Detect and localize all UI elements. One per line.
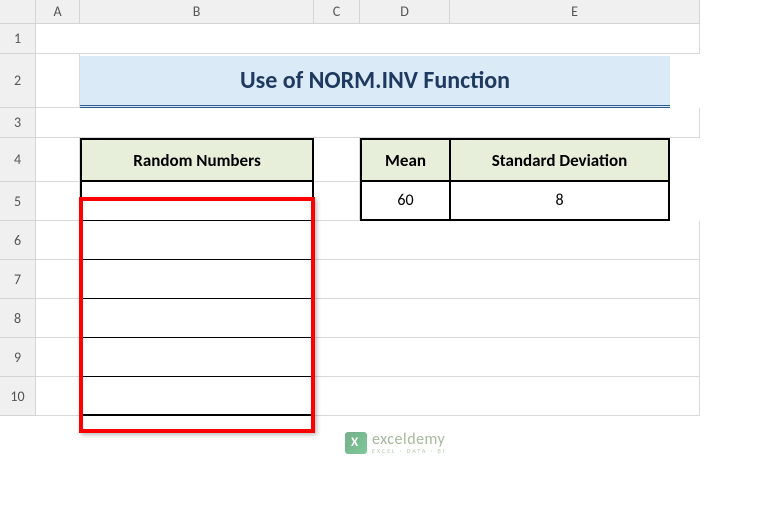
col-header-e[interactable]: E (450, 0, 700, 24)
watermark-sub: EXCEL · DATA · BI (372, 448, 446, 454)
row-header-6[interactable]: 6 (0, 221, 36, 260)
row-header-9[interactable]: 9 (0, 338, 36, 377)
cell[interactable] (314, 138, 360, 182)
title-banner: Use of NORM.INV Function (80, 56, 670, 108)
row-header-4[interactable]: 4 (0, 138, 36, 182)
row-header-3[interactable]: 3 (0, 108, 36, 138)
cell[interactable] (36, 54, 80, 108)
random-cell[interactable] (80, 260, 314, 299)
cell[interactable] (314, 260, 700, 299)
mean-value[interactable]: 60 (360, 182, 450, 221)
cell[interactable] (314, 221, 700, 260)
col-header-b[interactable]: B (80, 0, 314, 24)
cell[interactable] (36, 377, 80, 416)
random-cell[interactable] (80, 299, 314, 338)
cell[interactable] (314, 299, 700, 338)
cell[interactable] (36, 221, 80, 260)
row-header-8[interactable]: 8 (0, 299, 36, 338)
cell[interactable] (314, 182, 360, 221)
col-header-a[interactable]: A (36, 0, 80, 24)
spreadsheet-grid: A B C D E 1 2 Use of NORM.INV Function 3… (0, 0, 767, 416)
random-cell[interactable] (80, 182, 314, 221)
col-header-d[interactable]: D (360, 0, 450, 24)
row-header-10[interactable]: 10 (0, 377, 36, 416)
cell[interactable] (36, 24, 700, 54)
stddev-value[interactable]: 8 (450, 182, 670, 221)
watermark-main: exceldemy (372, 432, 446, 448)
row-header-7[interactable]: 7 (0, 260, 36, 299)
watermark: exceldemy EXCEL · DATA · BI (345, 432, 446, 454)
row-header-2[interactable]: 2 (0, 54, 36, 108)
cell[interactable] (36, 182, 80, 221)
cell[interactable] (36, 338, 80, 377)
random-cell[interactable] (80, 338, 314, 377)
header-stddev[interactable]: Standard Deviation (450, 138, 670, 182)
row-header-5[interactable]: 5 (0, 182, 36, 221)
cell[interactable] (36, 299, 80, 338)
cell[interactable] (36, 138, 80, 182)
random-cell[interactable] (80, 221, 314, 260)
select-all-corner[interactable] (0, 0, 36, 24)
cell[interactable] (36, 260, 80, 299)
watermark-text: exceldemy EXCEL · DATA · BI (372, 432, 446, 454)
cell[interactable] (36, 108, 700, 138)
header-random-numbers[interactable]: Random Numbers (80, 138, 314, 182)
cell[interactable] (314, 338, 700, 377)
col-header-c[interactable]: C (314, 0, 360, 24)
header-mean[interactable]: Mean (360, 138, 450, 182)
cell[interactable] (314, 377, 700, 416)
random-cell[interactable] (80, 377, 314, 416)
row-header-1[interactable]: 1 (0, 24, 36, 54)
excel-icon (345, 432, 367, 454)
